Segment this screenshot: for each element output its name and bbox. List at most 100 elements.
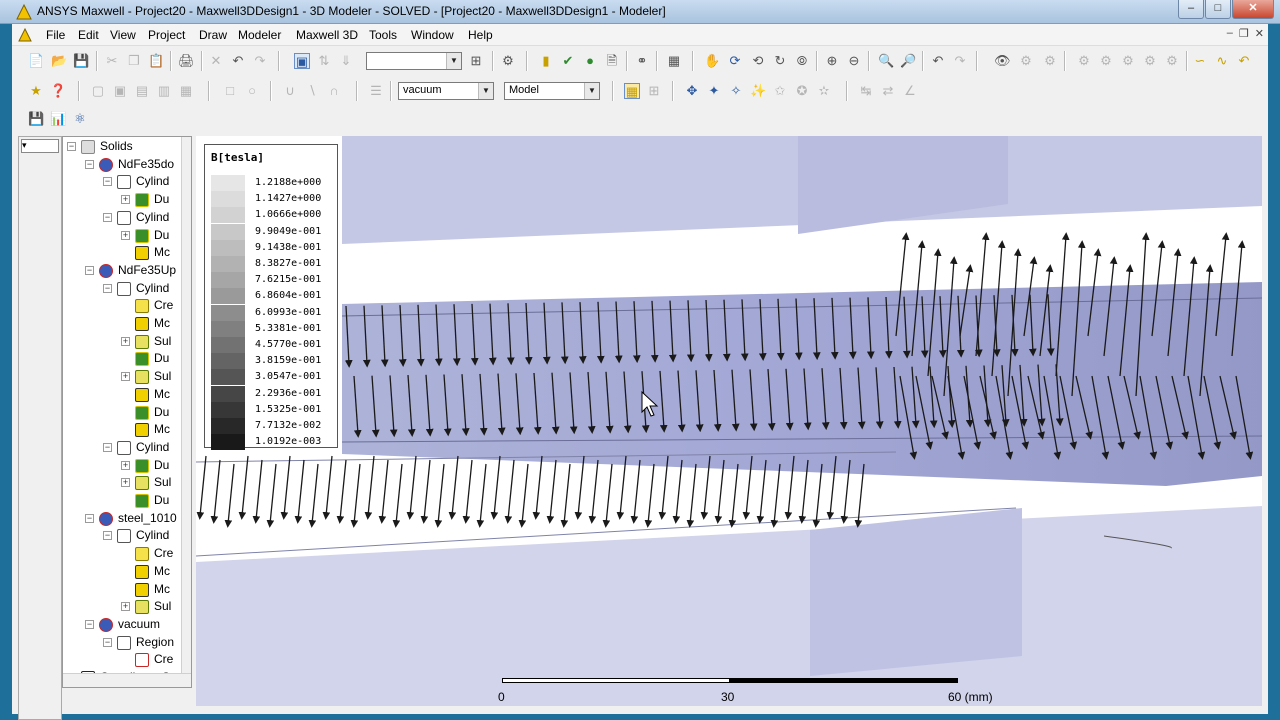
rotate-icon[interactable]: ⟳ — [727, 53, 743, 69]
field-overlay-icon[interactable]: ⚭ — [634, 53, 650, 69]
box-icon[interactable]: ▢ — [90, 83, 106, 99]
mdi-close-icon[interactable]: ✕ — [1255, 27, 1264, 40]
draw-line-icon[interactable]: ∽ — [1192, 53, 1208, 69]
copy-icon[interactable]: ❐ — [126, 53, 142, 69]
pan-hand-icon[interactable]: ✋ — [704, 53, 720, 69]
helix-icon[interactable]: ▦ — [178, 83, 194, 99]
tree-horizontal-scrollbar[interactable] — [63, 673, 191, 687]
open-icon[interactable]: 📂 — [51, 53, 67, 69]
menu-edit[interactable]: Edit — [78, 28, 99, 42]
tree-expander-icon[interactable]: + — [121, 478, 130, 488]
select-face-icon[interactable]: ⇅ — [316, 53, 332, 69]
menu-draw[interactable]: Draw — [199, 28, 227, 42]
tree-expander-icon[interactable]: − — [103, 637, 112, 647]
tree-expander-icon[interactable]: + — [121, 372, 130, 382]
snap-face-icon[interactable]: ✨ — [750, 83, 766, 99]
torus-icon[interactable]: ▥ — [156, 83, 172, 99]
select-object-icon[interactable]: ▣ — [294, 53, 310, 69]
view-options-icon[interactable]: ▦ — [666, 53, 682, 69]
grid-snap-icon[interactable]: ▦ — [624, 83, 640, 99]
close-button[interactable]: ✕ — [1232, 0, 1274, 19]
snap-vertex-icon[interactable]: ✥ — [684, 83, 700, 99]
sphere-icon[interactable]: ▤ — [134, 83, 150, 99]
rectangle-icon[interactable]: □ — [222, 83, 238, 99]
paste-icon[interactable]: 📋 — [148, 53, 164, 69]
measure-position-icon[interactable]: ⇄ — [880, 83, 896, 99]
cylinder-draw-icon[interactable]: ▣ — [112, 83, 128, 99]
minimize-button[interactable]: – — [1178, 0, 1204, 19]
validate-icon[interactable]: ⚙ — [500, 53, 516, 69]
model-analysis-icon[interactable]: 💾 — [28, 111, 44, 127]
snap-mid-icon[interactable]: ✫ — [816, 83, 832, 99]
undo-view-icon[interactable]: ↶ — [930, 53, 946, 69]
unite-icon[interactable]: ∪ — [282, 83, 298, 99]
intersect-icon[interactable]: ∩ — [326, 83, 342, 99]
plane-icon[interactable]: ⊞ — [646, 83, 662, 99]
new-icon[interactable]: 📄 — [28, 53, 44, 69]
menu-view[interactable]: View — [110, 28, 136, 42]
rotate-model-icon[interactable]: ⟲ — [750, 53, 766, 69]
menu-tools[interactable]: Tools — [369, 28, 397, 42]
tree-vertical-scrollbar[interactable] — [181, 137, 191, 685]
measure-length-icon[interactable]: ↹ — [858, 83, 874, 99]
tree-expander-icon[interactable]: − — [103, 177, 112, 187]
measure-1-icon[interactable]: ⚙ — [1076, 53, 1092, 69]
material-stack-icon[interactable]: ☰ — [368, 83, 384, 99]
print-icon[interactable]: 🖨 — [178, 53, 195, 69]
zoom-window-icon[interactable]: 🔍 — [878, 53, 894, 69]
measure-angle-icon[interactable]: ∠ — [902, 83, 918, 99]
zoom-fit-icon[interactable]: 🔎 — [900, 53, 916, 69]
circle-icon[interactable]: ○ — [244, 83, 260, 99]
save-icon[interactable]: 💾 — [73, 53, 89, 69]
mdi-minimize-icon[interactable]: – — [1227, 27, 1233, 40]
fit-selection-icon[interactable]: ⚙ — [1018, 53, 1034, 69]
snap-edge-icon[interactable]: ✦ — [706, 83, 722, 99]
measure-3-icon[interactable]: ⚙ — [1120, 53, 1136, 69]
tree-expander-icon[interactable]: − — [85, 619, 94, 629]
undo-icon[interactable]: ↶ — [230, 53, 246, 69]
fit-all-icon[interactable]: ⚙ — [1042, 53, 1058, 69]
tree-expander-icon[interactable]: + — [121, 195, 130, 205]
menu-window[interactable]: Window — [411, 28, 454, 42]
results-icon[interactable]: 🗎 — [604, 53, 620, 69]
analyze-check-icon[interactable]: ✔ — [560, 53, 576, 69]
menu-help[interactable]: Help — [468, 28, 493, 42]
menu-file[interactable]: File — [46, 28, 65, 42]
help-cursor-icon[interactable]: ❓ — [50, 83, 66, 99]
tree-expander-icon[interactable]: − — [67, 142, 76, 151]
tree-expander-icon[interactable]: + — [121, 230, 130, 240]
measure-4-icon[interactable]: ⚙ — [1142, 53, 1158, 69]
maximize-button[interactable]: □ — [1205, 0, 1231, 19]
snap-grid-icon[interactable]: ✪ — [794, 83, 810, 99]
panel-dropdown[interactable]: ▾ — [21, 139, 59, 153]
tree-expander-icon[interactable]: − — [103, 442, 112, 452]
object-combo[interactable]: ▼ — [366, 52, 462, 70]
set-material-icon[interactable]: ★ — [28, 83, 44, 99]
snap-center-icon[interactable]: ✧ — [728, 83, 744, 99]
boundary-icon[interactable]: ▮ — [538, 53, 554, 69]
model-mode-combo[interactable]: Model ▼ — [504, 82, 600, 100]
report-icon[interactable]: 📊 — [50, 111, 66, 127]
draw-arc-icon[interactable]: ↶ — [1236, 53, 1252, 69]
tree-expander-icon[interactable]: + — [121, 336, 130, 346]
redo-view-icon[interactable]: ↷ — [952, 53, 968, 69]
material-combo[interactable]: vacuum ▼ — [398, 82, 494, 100]
menu-modeler[interactable]: Modeler — [238, 28, 281, 42]
tilt-icon[interactable]: ⦾ — [794, 53, 810, 69]
mdi-restore-icon[interactable]: ❐ — [1239, 27, 1249, 40]
measure-5-icon[interactable]: ⚙ — [1164, 53, 1180, 69]
snap-quad-icon[interactable]: ✩ — [772, 83, 788, 99]
solve-icon[interactable]: ● — [582, 53, 598, 69]
select-edge-icon[interactable]: ⇓ — [338, 53, 354, 69]
zoom-in-icon[interactable]: ⊕ — [824, 53, 840, 69]
tree-expander-icon[interactable]: − — [85, 513, 94, 523]
visibility-icon[interactable]: 👁 — [994, 53, 1011, 69]
tree-expander-icon[interactable]: − — [85, 265, 94, 275]
tree-expander-icon[interactable]: + — [121, 460, 130, 470]
measure-2-icon[interactable]: ⚙ — [1098, 53, 1114, 69]
redo-icon[interactable]: ↷ — [252, 53, 268, 69]
menu-project[interactable]: Project — [148, 28, 185, 42]
subtract-tool-icon[interactable]: ∖ — [304, 83, 320, 99]
tree-expander-icon[interactable]: − — [103, 212, 112, 222]
zoom-out-icon[interactable]: ⊖ — [846, 53, 862, 69]
